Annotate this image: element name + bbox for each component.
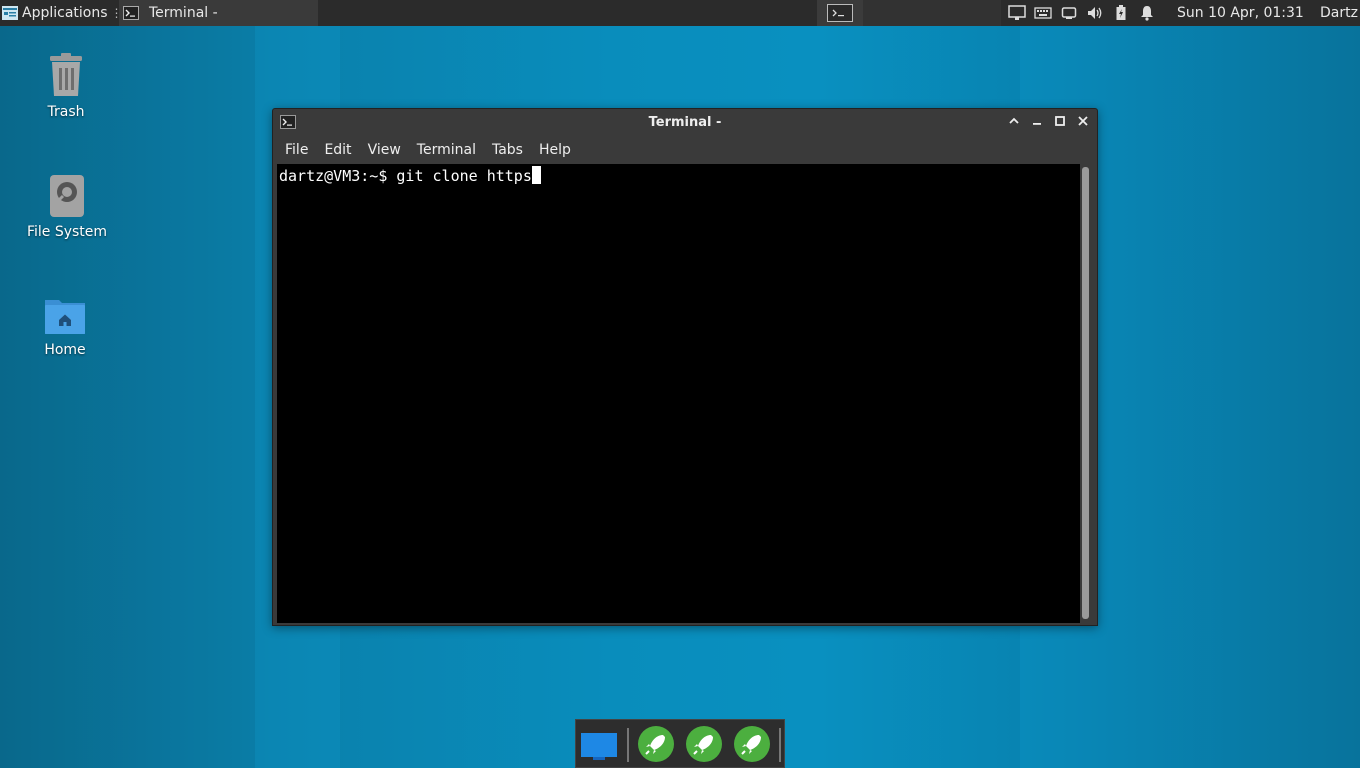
- notification-bell-icon[interactable]: [1134, 0, 1160, 26]
- applications-label: Applications: [22, 5, 108, 21]
- terminal-icon: [827, 4, 853, 22]
- terminal-scrollbar[interactable]: [1082, 167, 1089, 619]
- menu-terminal[interactable]: Terminal: [409, 139, 484, 163]
- minimize-icon: [1033, 123, 1041, 125]
- desktop-icon-label: File System: [26, 224, 108, 240]
- window-titlebar[interactable]: Terminal -: [273, 109, 1097, 137]
- desktop-icon-home[interactable]: Home: [10, 296, 120, 358]
- close-icon: [1078, 116, 1088, 126]
- terminal-icon: [123, 6, 139, 20]
- launcher-icon: [734, 726, 770, 762]
- maximize-icon: [1055, 116, 1065, 126]
- desktop-icon-label: Trash: [47, 104, 85, 120]
- terminal-output[interactable]: dartz@VM3:~$ git clone https: [277, 164, 1080, 623]
- dock-separator: [779, 728, 781, 762]
- text-cursor: [531, 166, 541, 184]
- launcher-icon: [686, 726, 722, 762]
- command-input[interactable]: git clone https: [396, 167, 531, 185]
- desktop-icon-file-system[interactable]: File System: [12, 174, 122, 240]
- desktop-background: [0, 26, 255, 768]
- show-desktop-icon: [581, 733, 617, 760]
- taskbar-item-label: Terminal -: [149, 5, 218, 21]
- menu-tabs[interactable]: Tabs: [484, 139, 531, 163]
- menu-bar: File Edit View Terminal Tabs Help: [273, 139, 579, 163]
- menu-view[interactable]: View: [360, 139, 409, 163]
- minimize-button[interactable]: [1029, 115, 1045, 131]
- system-tray: [1004, 0, 1160, 26]
- workspace-2[interactable]: [863, 0, 909, 26]
- battery-icon[interactable]: [1108, 0, 1134, 26]
- dock-separator: [627, 728, 629, 762]
- drive-icon: [50, 175, 84, 217]
- show-desktop-button[interactable]: [580, 725, 618, 763]
- bottom-dock: [575, 719, 785, 768]
- taskbar-item-terminal[interactable]: Terminal -: [119, 0, 318, 26]
- menu-help[interactable]: Help: [531, 139, 579, 163]
- keyboard-icon[interactable]: [1030, 0, 1056, 26]
- launcher-button-2[interactable]: [685, 725, 723, 763]
- workspace-3[interactable]: [909, 0, 955, 26]
- desktop-icon-label: Home: [44, 342, 86, 358]
- top-panel: Applications ⋮ Terminal - Sun 10 Apr, 01…: [0, 0, 1360, 26]
- volume-icon[interactable]: [1082, 0, 1108, 26]
- close-button[interactable]: [1075, 115, 1091, 131]
- window-title: Terminal -: [648, 115, 722, 130]
- shell-prompt: dartz@VM3:~$: [279, 167, 397, 185]
- terminal-window: Terminal - File Edit View Terminal Tabs …: [272, 108, 1098, 626]
- home-folder-icon: [45, 300, 85, 334]
- workspace-4[interactable]: [955, 0, 1001, 26]
- applications-menu-icon: [2, 6, 18, 20]
- chevron-up-icon: [1009, 117, 1019, 124]
- menu-edit[interactable]: Edit: [316, 139, 359, 163]
- network-icon[interactable]: [1004, 0, 1030, 26]
- clock[interactable]: Sun 10 Apr, 01:31: [1177, 0, 1304, 26]
- launcher-button-1[interactable]: [637, 725, 675, 763]
- menu-file[interactable]: File: [273, 139, 316, 163]
- launcher-button-3[interactable]: [733, 725, 771, 763]
- trash-icon: [50, 53, 82, 96]
- launcher-icon: [638, 726, 674, 762]
- shade-button[interactable]: [1006, 115, 1022, 131]
- desktop-icon-trash[interactable]: Trash: [11, 52, 121, 120]
- display-icon[interactable]: [1056, 0, 1082, 26]
- user-menu[interactable]: Dartz: [1320, 0, 1358, 26]
- applications-menu-button[interactable]: Applications ⋮: [0, 0, 123, 26]
- workspace-1[interactable]: [817, 0, 863, 26]
- maximize-button[interactable]: [1052, 115, 1068, 131]
